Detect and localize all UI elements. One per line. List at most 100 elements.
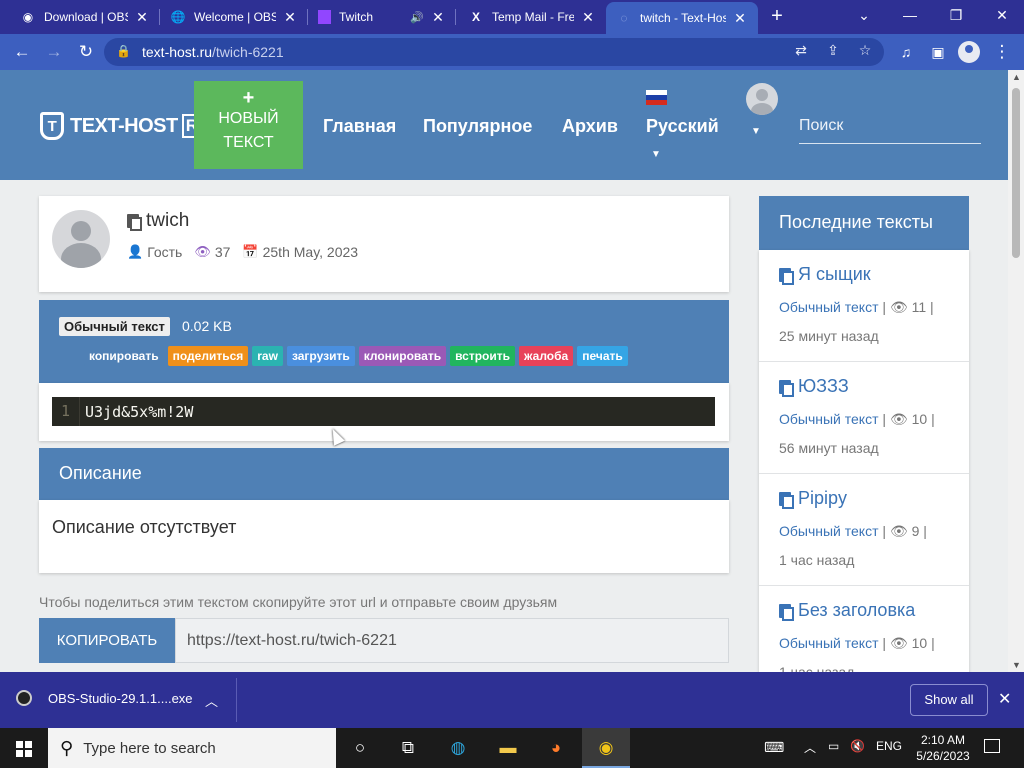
- input-language[interactable]: ENG: [876, 739, 902, 753]
- tab-twitch[interactable]: Twitch 🔊 ✕: [308, 0, 456, 34]
- recent-item-type[interactable]: Обычный текст: [779, 411, 879, 427]
- russian-flag-icon: [646, 90, 667, 105]
- action-1-button[interactable]: поделиться: [167, 346, 249, 366]
- show-all-button[interactable]: Show all: [910, 684, 988, 716]
- share-url-field[interactable]: [175, 618, 729, 663]
- recent-item: Я сыщик Обычный текст | 👁 11 | 25 минут на…: [759, 250, 969, 362]
- new-text-button[interactable]: + НОВЫЙ ТЕКСТ: [194, 81, 303, 169]
- action-0-button[interactable]: копировать: [84, 346, 164, 366]
- chevron-up-icon[interactable]: ︿: [205, 691, 218, 710]
- recent-item-type[interactable]: Обычный текст: [779, 523, 879, 539]
- view-count: 37: [214, 244, 231, 260]
- minimize-button[interactable]: —: [888, 0, 932, 30]
- keyboard-icon[interactable]: ⌨: [764, 739, 784, 756]
- new-tab-button[interactable]: +: [766, 6, 788, 28]
- tab-download-obs[interactable]: ◉ Download | OBS ✕: [10, 0, 160, 34]
- restore-button[interactable]: ❐: [934, 0, 978, 30]
- user-menu-caret-icon[interactable]: ▼: [751, 126, 761, 137]
- close-tab-icon[interactable]: ✕: [580, 9, 596, 26]
- menu-kebab-icon[interactable]: ⋮: [990, 40, 1014, 64]
- share-icon[interactable]: ⇪: [822, 42, 844, 62]
- action-6-button[interactable]: жалоба: [519, 346, 574, 366]
- translate-icon[interactable]: ⇄: [790, 42, 812, 62]
- recent-item-type[interactable]: Обычный текст: [779, 299, 879, 315]
- tab-welcome-obs[interactable]: 🌐 Welcome | OBS ✕: [160, 0, 308, 34]
- audio-playing-icon[interactable]: 🔊: [410, 11, 424, 24]
- profile-avatar-icon[interactable]: [958, 41, 980, 63]
- recent-item-type[interactable]: Обычный текст: [779, 635, 879, 651]
- tab-search-chevron-icon[interactable]: ⌄: [842, 0, 886, 30]
- download-item[interactable]: OBS-Studio-29.1.1....exe: [16, 690, 193, 706]
- recent-texts-list: Я сыщик Обычный текст | 👁 11 | 25 минут на…: [759, 250, 969, 672]
- chrome-icon[interactable]: ◉: [582, 736, 630, 768]
- taskbar-search[interactable]: ⚲ Type here to search: [48, 728, 336, 768]
- close-window-button[interactable]: ✕: [980, 0, 1024, 30]
- system-clock[interactable]: 2:10 AM 5/26/2023: [906, 732, 980, 764]
- recent-item-title[interactable]: Без заголовка: [779, 600, 949, 621]
- action-4-button[interactable]: клонировать: [358, 346, 447, 366]
- description-heading: Описание: [39, 448, 729, 500]
- user-avatar[interactable]: [746, 83, 778, 115]
- action-2-button[interactable]: raw: [252, 346, 283, 366]
- close-tab-icon[interactable]: ✕: [430, 9, 446, 26]
- volume-muted-icon[interactable]: 🔇: [850, 739, 865, 753]
- page-scrollbar[interactable]: ▲ ▼: [1008, 70, 1024, 672]
- document-icon: [779, 379, 794, 397]
- forward-arrow-icon[interactable]: →: [42, 40, 66, 64]
- action-5-button[interactable]: встроить: [450, 346, 516, 366]
- nav-popular[interactable]: Популярное: [423, 116, 532, 137]
- document-icon: [779, 491, 794, 509]
- paste-size: 0.02 KB: [182, 318, 232, 334]
- search-input[interactable]: [799, 108, 981, 144]
- firefox-icon[interactable]: ◕: [544, 736, 568, 760]
- scroll-down-icon[interactable]: ▼: [1012, 660, 1021, 670]
- scroll-up-icon[interactable]: ▲: [1012, 72, 1021, 82]
- close-tab-icon[interactable]: ✕: [732, 10, 748, 27]
- notification-icon[interactable]: [984, 739, 1000, 753]
- back-arrow-icon[interactable]: ←: [10, 40, 34, 64]
- copy-url-button[interactable]: КОПИРОВАТЬ: [39, 618, 175, 663]
- taskbar-search-placeholder: Type here to search: [83, 739, 216, 757]
- line-number: 1: [52, 397, 80, 426]
- nav-language[interactable]: Русский: [646, 116, 719, 137]
- recent-item-meta: Обычный текст | 👁 11 | 25 минут назад: [779, 299, 934, 344]
- user-icon: 👤: [127, 244, 144, 259]
- start-button[interactable]: [0, 728, 48, 768]
- code-block[interactable]: 1 U3jd&5x%m!2W: [52, 397, 715, 426]
- file-explorer-icon[interactable]: ▬: [496, 736, 520, 760]
- nav-home[interactable]: Главная: [323, 116, 396, 137]
- share-hint: Чтобы поделиться этим текстом скопируйте…: [39, 594, 558, 610]
- recent-item-views: 11: [911, 299, 927, 315]
- tab-text-host[interactable]: ◌ twitch - Text-Hos ✕: [606, 2, 758, 34]
- close-tab-icon[interactable]: ✕: [134, 9, 150, 26]
- task-view-icon[interactable]: ⧉: [396, 736, 420, 760]
- scrollbar-thumb[interactable]: [1012, 88, 1020, 258]
- recent-item-title[interactable]: ЮЗЗЗ: [779, 376, 949, 397]
- recent-item-meta: Обычный текст | 👁 10 | 56 минут назад: [779, 411, 935, 456]
- action-3-button[interactable]: загрузить: [286, 346, 355, 366]
- browser-toolbar: ← → ↻ 🔒 text-host.ru/twich-6221 ⇄ ⇪ ☆ ♫ …: [0, 34, 1024, 70]
- language-caret-icon[interactable]: ▼: [651, 149, 661, 160]
- close-icon[interactable]: ✕: [998, 689, 1011, 709]
- recent-item-time: 56 минут назад: [779, 440, 879, 456]
- bookmark-star-icon[interactable]: ☆: [854, 42, 876, 62]
- site-logo[interactable]: T TEXT-HOST RU: [40, 112, 214, 140]
- clock-date: 5/26/2023: [916, 749, 970, 763]
- paste-date: 25th May, 2023: [262, 244, 359, 260]
- recent-item-title[interactable]: Я сыщик: [779, 264, 949, 285]
- action-7-button[interactable]: печать: [577, 346, 628, 366]
- edge-icon[interactable]: ◍: [446, 736, 470, 760]
- cortana-icon[interactable]: ○: [348, 736, 372, 760]
- nav-archive[interactable]: Архив: [562, 116, 618, 137]
- tray-chevron-icon[interactable]: ︿: [804, 739, 816, 756]
- tab-temp-mail[interactable]: X Temp Mail - Fre ✕: [458, 0, 606, 34]
- recent-item-title[interactable]: Pipipy: [779, 488, 949, 509]
- media-control-icon[interactable]: ♫: [894, 40, 918, 64]
- eye-icon: 👁: [889, 523, 908, 539]
- side-panel-icon[interactable]: ▣: [926, 40, 950, 64]
- network-icon[interactable]: ▭: [828, 739, 839, 753]
- reload-icon[interactable]: ↻: [74, 40, 98, 64]
- address-bar[interactable]: 🔒 text-host.ru/twich-6221 ⇄ ⇪ ☆: [104, 38, 884, 66]
- page-viewport: T TEXT-HOST RU + НОВЫЙ ТЕКСТ Главная Поп…: [0, 70, 1008, 672]
- close-tab-icon[interactable]: ✕: [282, 9, 298, 26]
